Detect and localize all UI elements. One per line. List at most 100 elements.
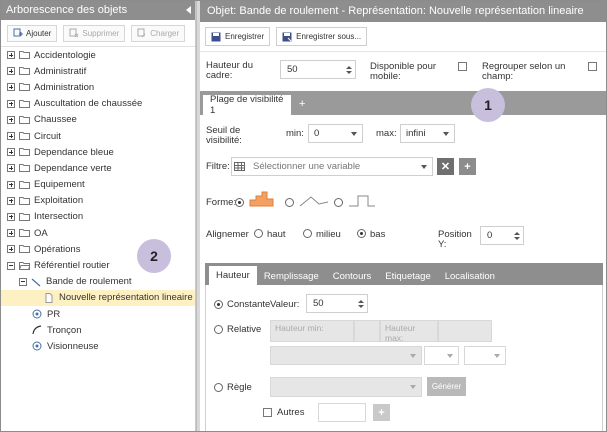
filter-variable-select[interactable]: Sélectionner une variable: [231, 157, 433, 176]
tree-node[interactable]: Dependance verte: [1, 160, 195, 176]
folder-open-icon: [19, 261, 30, 270]
tab-localisation[interactable]: Localisation: [438, 267, 502, 285]
expand-toggle-icon[interactable]: [7, 229, 15, 238]
min-label: min:: [286, 128, 304, 139]
expand-toggle-icon[interactable]: [7, 245, 15, 254]
shape-line-radio[interactable]: [285, 198, 294, 207]
align-label: Alignemer: [206, 229, 249, 240]
expand-toggle-icon[interactable]: [7, 164, 15, 173]
expand-toggle-icon[interactable]: [7, 83, 15, 92]
tree-node[interactable]: Intersection: [1, 209, 195, 225]
expand-toggle-icon[interactable]: [7, 51, 15, 60]
shape-bars-radio[interactable]: [235, 198, 244, 207]
annotation-badge-1: 1: [471, 88, 505, 122]
expand-toggle-icon[interactable]: [7, 180, 15, 189]
tree-node[interactable]: Chaussee: [1, 112, 195, 128]
save-as-button[interactable]: Enregistrer sous...: [276, 27, 368, 46]
folder-icon: [19, 115, 30, 124]
constant-height-radio[interactable]: [214, 300, 223, 309]
frame-height-label: Hauteur du cadre:: [206, 60, 254, 81]
relative-min-select[interactable]: [424, 346, 459, 365]
tab-hauteur[interactable]: Hauteur: [209, 266, 257, 285]
folder-icon: [19, 196, 30, 205]
add-tab-button[interactable]: +: [299, 98, 305, 110]
rule-select[interactable]: [270, 377, 422, 397]
tree-node-nouvelle-representation[interactable]: Nouvelle représentation lineaire: [1, 289, 195, 306]
relative-field-select[interactable]: [270, 346, 422, 365]
height-value-input[interactable]: 50: [306, 294, 368, 313]
collapse-toggle-icon[interactable]: [7, 261, 15, 270]
expand-toggle-icon[interactable]: [7, 212, 15, 221]
group-by-field-checkbox[interactable]: [588, 62, 597, 71]
height-min-input[interactable]: Hauteur min:: [270, 320, 354, 342]
tree-node-pr[interactable]: PR: [1, 306, 195, 322]
tree-node[interactable]: Administration: [1, 79, 195, 95]
tree-node[interactable]: Accidentologie: [1, 47, 195, 63]
relative-max-select[interactable]: [464, 346, 506, 365]
clear-filter-button[interactable]: ✕: [437, 158, 454, 175]
relative-height-radio[interactable]: [214, 325, 223, 334]
spinner-icon[interactable]: [346, 65, 352, 74]
rule-height-radio[interactable]: [214, 383, 223, 392]
tree-node[interactable]: Administratif: [1, 63, 195, 79]
folder-icon: [19, 148, 30, 157]
spinner-icon[interactable]: [514, 231, 520, 240]
chevron-down-icon: [351, 131, 357, 136]
expand-toggle-icon[interactable]: [7, 148, 15, 157]
expand-toggle-icon[interactable]: [7, 99, 15, 108]
tree-node[interactable]: Dependance bleue: [1, 144, 195, 160]
mobile-checkbox[interactable]: [458, 62, 467, 71]
chevron-down-icon: [410, 354, 416, 358]
shape-step-radio[interactable]: [334, 198, 343, 207]
tree-node[interactable]: Circuit: [1, 128, 195, 144]
close-icon: ✕: [440, 161, 451, 173]
generate-button[interactable]: Générer: [427, 377, 466, 396]
load-button[interactable]: Charger: [131, 24, 186, 42]
min-visibility-select[interactable]: 0: [308, 124, 363, 143]
align-bottom-radio[interactable]: [357, 229, 366, 238]
delete-button-label: Supprimer: [82, 28, 120, 38]
position-y-input[interactable]: 0: [480, 226, 524, 245]
tree-node[interactable]: Equipement: [1, 177, 195, 193]
align-middle-label: milieu: [316, 229, 341, 240]
tab-visibility-range-1[interactable]: Plage de visibilité 1: [203, 94, 291, 116]
height-max-input[interactable]: Hauteur max:: [380, 320, 438, 343]
align-top-radio[interactable]: [254, 229, 263, 238]
others-label: Autres: [277, 407, 305, 418]
add-filter-button[interactable]: +: [459, 158, 476, 175]
add-other-button[interactable]: +: [373, 404, 390, 421]
tree-node[interactable]: Exploitation: [1, 193, 195, 209]
tree-node-troncon[interactable]: Tronçon: [1, 322, 195, 338]
expand-toggle-icon[interactable]: [7, 132, 15, 141]
expand-toggle-icon[interactable]: [7, 196, 15, 205]
point-target-icon: [32, 309, 42, 319]
delete-button[interactable]: Supprimer: [63, 24, 126, 42]
align-middle-radio[interactable]: [303, 229, 312, 238]
collapse-toggle-icon[interactable]: [19, 277, 27, 286]
tree-node-visionneuse[interactable]: Visionneuse: [1, 338, 195, 354]
save-button[interactable]: Enregistrer: [205, 27, 271, 46]
tree-node[interactable]: Auscultation de chaussée: [1, 96, 195, 112]
tab-remplissage[interactable]: Remplissage: [257, 267, 326, 285]
tree-node-bande-de-roulement[interactable]: Bande de roulement: [1, 274, 195, 290]
tree-node[interactable]: OA: [1, 225, 195, 241]
tab-etiquetage[interactable]: Etiquetage: [378, 267, 437, 285]
expand-toggle-icon[interactable]: [7, 67, 15, 76]
folder-icon: [19, 67, 30, 76]
constant-label: Constante: [227, 299, 271, 310]
collapse-panel-icon[interactable]: [186, 6, 191, 14]
height-min-spinner[interactable]: [354, 320, 380, 342]
others-input[interactable]: [318, 403, 366, 422]
tab-contours[interactable]: Contours: [326, 267, 379, 285]
filter-label: Filtre:: [206, 161, 230, 172]
spinner-icon[interactable]: [358, 299, 364, 308]
add-button[interactable]: Ajouter: [7, 24, 58, 42]
others-checkbox[interactable]: [263, 408, 272, 417]
expand-toggle-icon[interactable]: [7, 115, 15, 124]
max-visibility-select[interactable]: infini: [400, 124, 455, 143]
frame-height-input[interactable]: 50: [280, 60, 356, 79]
max-visibility-value: infini: [406, 128, 426, 139]
height-max-spinner[interactable]: [438, 320, 492, 342]
folder-icon: [19, 229, 30, 238]
filter-placeholder: Sélectionner une variable: [253, 161, 361, 172]
